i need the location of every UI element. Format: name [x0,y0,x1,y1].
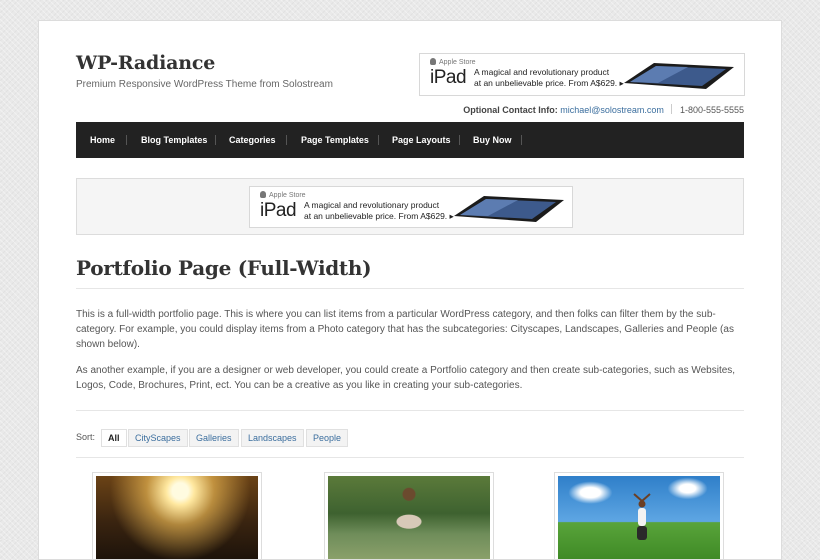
contact-phone: 1-800-555-5555 [679,105,744,115]
example-paragraph: As another example, if you are a designe… [76,365,736,391]
ad-copy-line1: A magical and revolutionary product [304,200,440,210]
nav-divider [378,135,379,145]
apple-store-label: Apple Store [430,58,476,66]
sort-label: Sort: [76,432,96,442]
nav-item-page-layouts[interactable]: Page Layouts [392,122,451,158]
contact-email-link[interactable]: michael@solostream.com [560,105,664,115]
filter-people[interactable]: People [306,429,349,447]
contact-label: Optional Contact Info: [463,105,558,115]
intro-paragraph: This is a full-width portfolio page. Thi… [76,309,734,350]
ad-copy-line1: A magical and revolutionary product [474,67,610,77]
nav-divider [126,135,127,145]
ad-product-name: iPad [430,67,467,88]
ad-copy: A magical and revolutionary product at a… [474,67,624,89]
filter-divider [76,457,744,458]
nav-divider [215,135,216,145]
portfolio-thumbnail-yoga-sky [558,476,720,559]
filter-cityscapes[interactable]: CityScapes [128,429,188,447]
title-divider [76,288,744,289]
portfolio-thumbnail-meditation [328,476,490,559]
nav-divider [286,135,287,145]
nav-divider [521,135,522,145]
ipad-image-icon [624,63,734,89]
nav-item-home[interactable]: Home [90,122,115,158]
filter-galleries[interactable]: Galleries [189,429,239,447]
contact-divider [671,104,673,114]
ad-copy: A magical and revolutionary product at a… [304,200,454,222]
content-divider [76,410,744,411]
site-title[interactable]: WP-Radiance [76,52,333,74]
ipad-image-icon [454,196,564,222]
nav-divider [459,135,460,145]
content-ad-area: Apple Store iPad A magical and revolutio… [76,178,744,235]
apple-store-text: Apple Store [439,59,476,66]
content-ad-banner[interactable]: Apple Store iPad A magical and revolutio… [249,186,573,228]
nav-item-page-templates[interactable]: Page Templates [301,122,369,158]
portfolio-item[interactable] [554,472,724,560]
nav-item-buy-now[interactable]: Buy Now [473,122,512,158]
main-navigation: Home Blog Templates Categories Page Temp… [76,122,744,158]
portfolio-thumbnail-sunlight [96,476,258,559]
header-ad-banner[interactable]: Apple Store iPad A magical and revolutio… [419,53,745,96]
ad-copy-line2: at an unbelievable price. From A$629. ▸ [474,78,624,88]
portfolio-item[interactable] [92,472,262,560]
site-description: Premium Responsive WordPress Theme from … [76,79,333,90]
filter-landscapes[interactable]: Landscapes [241,429,304,447]
site-branding: WP-Radiance Premium Responsive WordPress… [76,52,333,90]
nav-item-categories[interactable]: Categories [229,122,276,158]
portfolio-item[interactable] [324,472,494,560]
ad-copy-line2: at an unbelievable price. From A$629. ▸ [304,211,454,221]
apple-logo-icon [260,191,266,198]
apple-store-text: Apple Store [269,192,306,199]
filter-all[interactable]: All [101,429,127,447]
person-figure-icon [633,493,651,540]
apple-logo-icon [430,58,436,65]
contact-info: Optional Contact Info: michael@solostrea… [463,104,744,115]
nav-item-blog-templates[interactable]: Blog Templates [141,122,207,158]
ad-product-name: iPad [260,200,297,221]
apple-store-label: Apple Store [260,191,306,199]
page-title: Portfolio Page (Full-Width) [76,256,372,280]
